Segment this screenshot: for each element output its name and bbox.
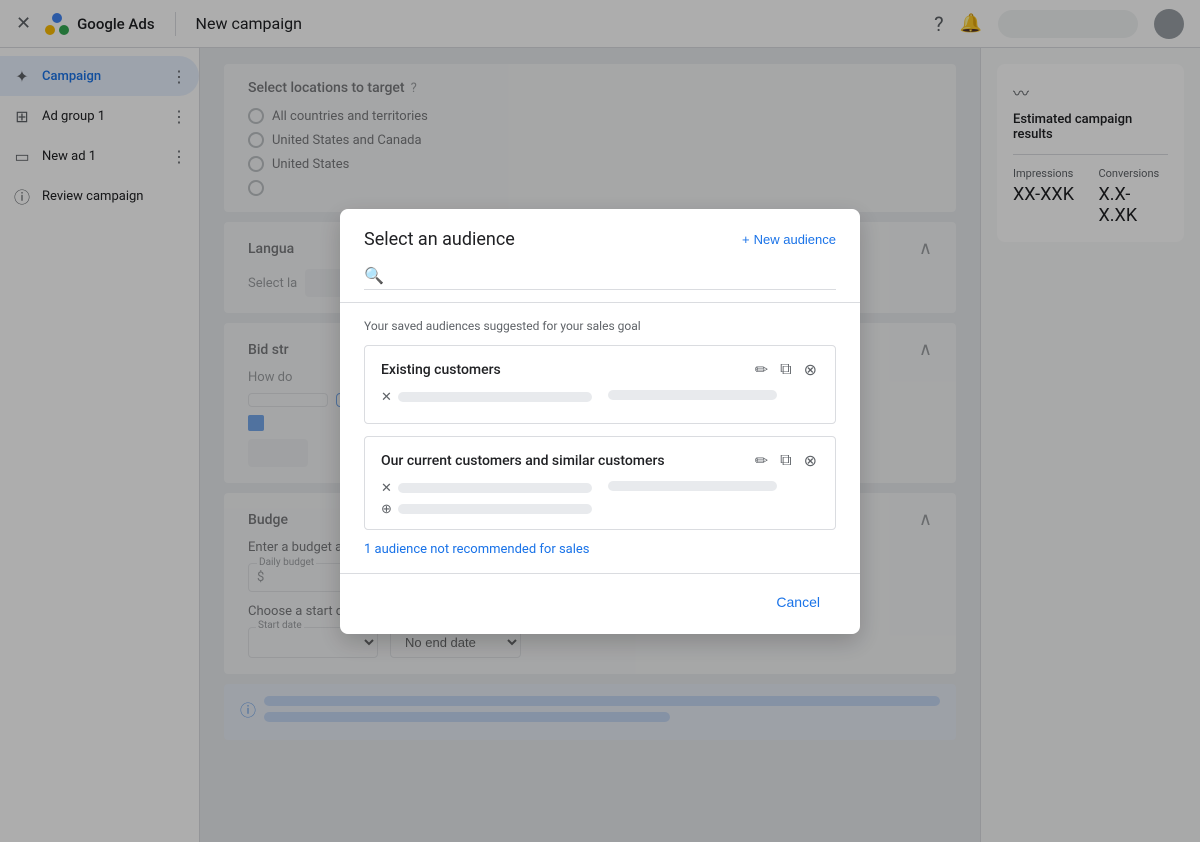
modal-search: 🔍 (340, 266, 860, 303)
modal-footer: Cancel (340, 573, 860, 634)
audience-col-left-2: ✕ ⊕ (381, 481, 592, 517)
audience-col-right-2 (608, 481, 819, 517)
audience-item-header: Existing customers ✏ ⧉ ⊗ (381, 358, 819, 382)
audience-name-existing: Existing customers (381, 362, 501, 378)
modal-body: Your saved audiences suggested for your … (340, 303, 860, 573)
modal-overlay: Select an audience + New audience 🔍 Your… (0, 0, 1200, 842)
audience-col-left: ✕ (381, 390, 592, 411)
detail-line-3 (398, 504, 592, 514)
x-icon: ✕ (381, 390, 392, 405)
detail-line-2 (398, 483, 592, 493)
copy-button-current[interactable]: ⧉ (778, 449, 793, 473)
detail-line (398, 392, 592, 402)
x-icon-2: ✕ (381, 481, 392, 496)
search-input-wrap: 🔍 (364, 266, 836, 290)
audience-modal: Select an audience + New audience 🔍 Your… (340, 209, 860, 634)
edit-button-current[interactable]: ✏ (753, 449, 770, 473)
audience-name-current: Our current customers and similar custom… (381, 453, 665, 469)
audience-item-header-2: Our current customers and similar custom… (381, 449, 819, 473)
detail-line-right-2 (608, 481, 777, 491)
audience-col-right (608, 390, 819, 411)
modal-header: Select an audience + New audience (340, 209, 860, 266)
remove-button-existing[interactable]: ⊗ (802, 358, 819, 382)
audience-details-current: ✕ ⊕ (381, 481, 819, 517)
detail-line-right (608, 390, 777, 400)
audience-actions-2: ✏ ⧉ ⊗ (753, 449, 819, 473)
copy-button-existing[interactable]: ⧉ (778, 358, 793, 382)
search-input[interactable] (392, 267, 836, 283)
audience-item-current: Our current customers and similar custom… (364, 436, 836, 530)
audience-item-existing: Existing customers ✏ ⧉ ⊗ ✕ (364, 345, 836, 424)
new-audience-button[interactable]: + New audience (742, 232, 836, 247)
audience-actions: ✏ ⧉ ⊗ (753, 358, 819, 382)
cancel-button[interactable]: Cancel (760, 586, 836, 618)
modal-title: Select an audience (364, 229, 515, 250)
audience-details-existing: ✕ (381, 390, 819, 411)
suggested-label: Your saved audiences suggested for your … (364, 319, 836, 333)
edit-button-existing[interactable]: ✏ (753, 358, 770, 382)
people-icon: ⊕ (381, 502, 392, 517)
plus-icon: + (742, 232, 750, 247)
new-audience-label: New audience (754, 232, 836, 247)
search-icon: 🔍 (364, 266, 384, 285)
not-recommended-link[interactable]: 1 audience not recommended for sales (364, 542, 836, 557)
remove-button-current[interactable]: ⊗ (802, 449, 819, 473)
